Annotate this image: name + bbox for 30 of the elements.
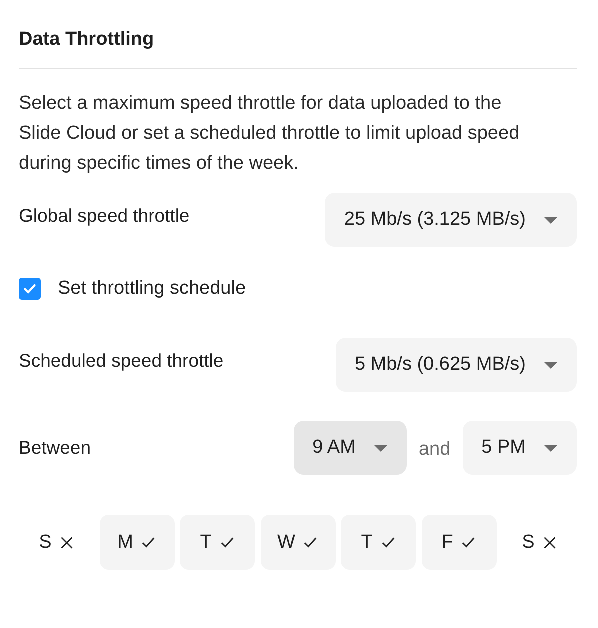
check-icon — [220, 535, 235, 550]
day-toggle[interactable]: S — [502, 515, 577, 570]
day-toggle[interactable]: M — [100, 515, 174, 570]
start-time-dropdown[interactable]: 9 AM — [294, 421, 407, 475]
section-title: Data Throttling — [19, 28, 156, 52]
caret-icon — [374, 444, 388, 452]
description-text: Select a maximum speed throttle for data uploaded to the Slide Cloud or set a scheduled throttle to limit upload speed during specific times of the week. — [19, 92, 521, 176]
day-toggle[interactable]: W — [260, 515, 336, 570]
between-label: Between — [19, 437, 91, 459]
check-icon — [141, 535, 156, 550]
scheduled-throttle-dropdown[interactable]: 5 Mb/s (0.625 MB/s) — [336, 338, 577, 392]
caret-icon — [544, 216, 558, 224]
schedule-checkbox[interactable] — [19, 278, 41, 300]
check-icon — [303, 535, 318, 550]
check-icon — [380, 535, 396, 550]
end-time-dropdown[interactable]: 5 PM — [462, 421, 577, 475]
cross-icon — [60, 536, 74, 550]
day-toggle[interactable]: S — [19, 515, 94, 570]
day-toggle[interactable]: T — [341, 515, 416, 570]
schedule-label: Set throttling schedule — [58, 278, 246, 300]
global-throttle-label: Global speed throttle — [19, 205, 190, 227]
and-label: and — [418, 439, 451, 461]
global-throttle-dropdown[interactable]: 25 Mb/s (3.125 MB/s) — [325, 193, 577, 247]
check-icon — [461, 535, 476, 550]
caret-icon — [544, 444, 558, 452]
day-toggle[interactable]: F — [422, 515, 496, 570]
scheduled-throttle-label: Scheduled speed throttle — [19, 350, 224, 372]
caret-icon — [544, 362, 558, 368]
cross-icon — [542, 536, 557, 550]
day-toggle[interactable]: T — [180, 515, 255, 570]
